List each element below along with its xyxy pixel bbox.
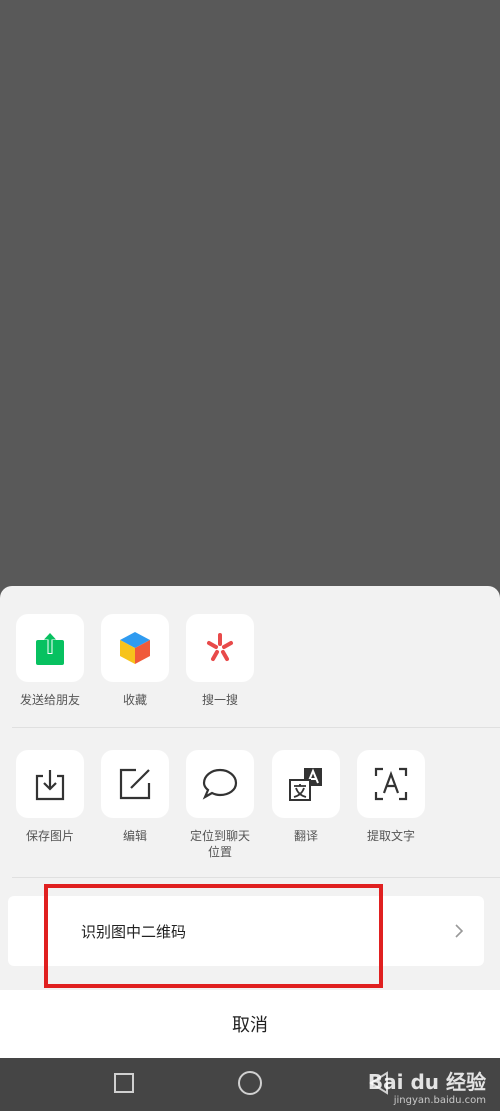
- action-label: 搜一搜: [201, 693, 238, 707]
- action-edit[interactable]: 编辑: [93, 750, 177, 844]
- watermark-logo-text: Bai du 经验: [367, 1070, 486, 1094]
- locate-chat-tile[interactable]: [186, 750, 254, 818]
- extract-text-icon: [374, 767, 408, 801]
- action-sheet: 发送给朋友 收藏 搜一搜 保存图片 编辑 定位到聊天 位置 翻译 提取文字 识别…: [0, 586, 500, 1058]
- cancel-button[interactable]: 取消: [0, 990, 500, 1058]
- action-translate[interactable]: 翻译: [264, 750, 348, 844]
- save-image-tile[interactable]: [16, 750, 84, 818]
- favorites-tile[interactable]: [101, 614, 169, 682]
- translate-tile[interactable]: [272, 750, 340, 818]
- cancel-bar: 取消: [0, 990, 500, 1058]
- action-send-to-friend[interactable]: 发送给朋友: [8, 614, 92, 708]
- action-label: 编辑: [122, 829, 147, 843]
- save-download-icon: [35, 770, 65, 801]
- action-label: 翻译: [293, 829, 318, 843]
- favorites-cube-icon: [120, 632, 150, 664]
- action-favorites[interactable]: 收藏: [93, 614, 177, 708]
- action-search[interactable]: 搜一搜: [178, 614, 262, 708]
- divider: [12, 877, 500, 878]
- action-label: 收藏: [122, 693, 147, 707]
- recognize-qr-code-label: 识别图中二维码: [81, 923, 187, 941]
- share-to-friend-icon: [36, 631, 64, 665]
- action-label: 保存图片: [25, 829, 74, 843]
- translate-icon: [289, 768, 322, 801]
- edit-pencil-icon: [119, 768, 151, 800]
- chat-bubble-icon: [202, 768, 238, 800]
- action-label: 提取文字: [366, 829, 415, 843]
- divider: [12, 727, 500, 728]
- edit-tile[interactable]: [101, 750, 169, 818]
- action-save-image[interactable]: 保存图片: [8, 750, 92, 844]
- action-label: 发送给朋友: [19, 693, 80, 707]
- send-to-friend-tile[interactable]: [16, 614, 84, 682]
- action-extract-text[interactable]: 提取文字: [349, 750, 433, 844]
- watermark-url: jingyan.baidu.com: [393, 1095, 486, 1106]
- watermark: Bai du 经验 jingyan.baidu.com: [368, 1066, 486, 1106]
- search-tile[interactable]: [186, 614, 254, 682]
- chevron-right-icon: [455, 924, 464, 938]
- recognize-qr-code-item[interactable]: 识别图中二维码: [8, 896, 484, 966]
- home-circle-icon[interactable]: [237, 1070, 263, 1096]
- dimmed-image-overlay[interactable]: [0, 0, 500, 590]
- search-star-icon: [207, 633, 233, 661]
- action-locate-chat[interactable]: 定位到聊天 位置: [178, 750, 262, 860]
- recent-apps-square-icon[interactable]: [113, 1072, 135, 1094]
- extract-text-tile[interactable]: [357, 750, 425, 818]
- action-label: 定位到聊天 位置: [189, 829, 250, 859]
